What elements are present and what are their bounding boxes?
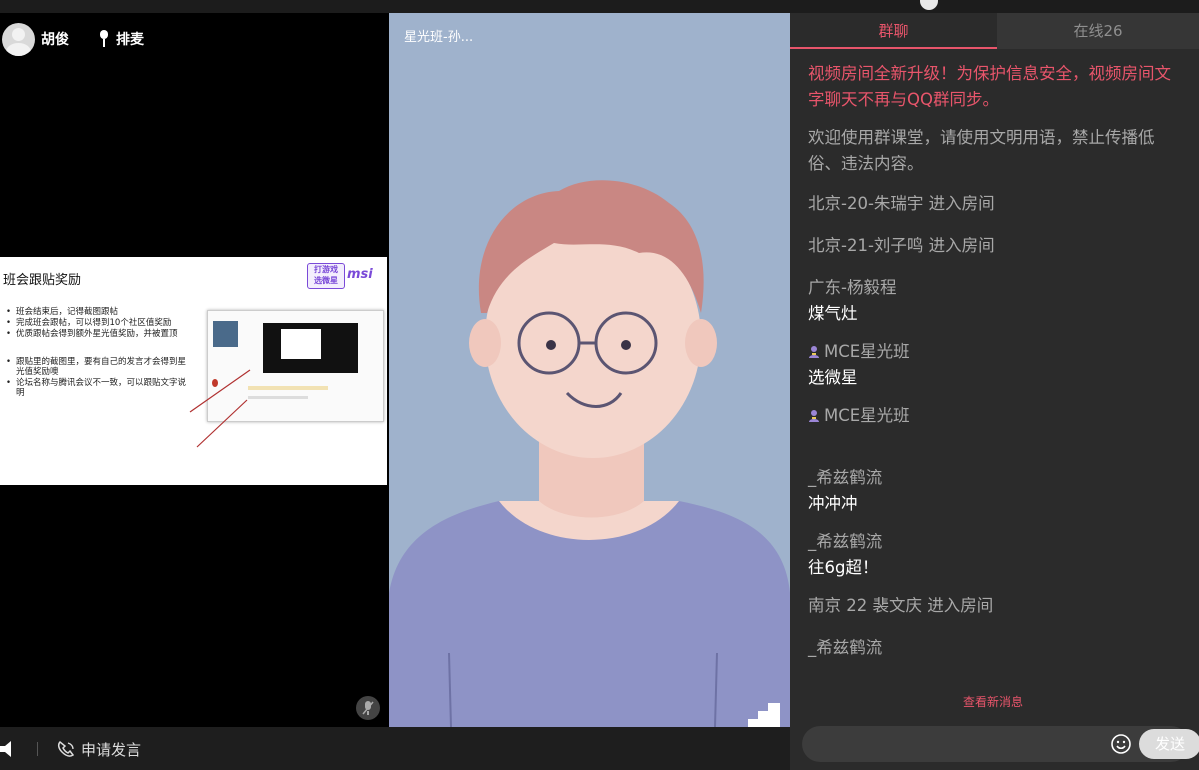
presenter-name: 胡俊 (41, 32, 69, 48)
presenter-video: 胡俊 排麦 班会跟贴奖励 打游戏 选微星 msi 班会结束后，记得截图跟帖 完成… (0, 13, 387, 727)
divider (37, 742, 38, 756)
join-message: 北京-21-刘子鸣 进入房间 (808, 236, 995, 255)
join-message: 北京-20-朱瑞宇 进入房间 (808, 194, 995, 213)
message-content: 往6g超！ (808, 558, 879, 577)
slide-bullet: 班会结束后，记得截图跟帖 (6, 307, 186, 317)
slide-bullet: 完成班会跟帖，可以得到10个社区值奖励 (6, 318, 186, 328)
default-avatar-illustration (389, 180, 790, 727)
phone-icon (57, 740, 75, 757)
shared-slide: 班会跟贴奖励 打游戏 选微星 msi 班会结束后，记得截图跟帖 完成班会跟帖，可… (0, 257, 387, 485)
emoji-icon[interactable] (1110, 733, 1132, 755)
tab-online[interactable]: 在线26 (997, 13, 1199, 49)
send-button[interactable]: 发送 (1139, 729, 1199, 759)
image-message-placeholder (808, 429, 1183, 457)
queue-label: 排麦 (116, 32, 144, 48)
teacher-badge-icon (809, 346, 819, 358)
control-bar: 申请发言 (0, 727, 790, 770)
message-sender: _希兹鹤流 (808, 638, 883, 657)
participant-name: 星光班-孙... (404, 30, 474, 45)
join-message: 南京 22 裴文庆 进入房间 (808, 596, 994, 615)
slide-logo: 打游戏 选微星 (307, 263, 345, 289)
window-control-icon[interactable] (920, 0, 938, 10)
message-sender: _希兹鹤流 (808, 468, 883, 487)
chat-panel: 群聊 在线26 视频房间全新升级！为保护信息安全，视频房间文字聊天不再与QQ群同… (790, 13, 1199, 770)
message-sender: MCE星光班 (808, 339, 1183, 365)
chat-tabs: 群聊 在线26 (790, 13, 1199, 49)
signal-icon (748, 703, 780, 727)
presenter-info: 胡俊 排麦 (0, 22, 144, 56)
sender-name: MCE星光班 (824, 406, 910, 425)
speaker-icon[interactable] (0, 740, 18, 758)
participant-video: 星光班-孙... (389, 13, 790, 727)
message-sender: 广东-杨毅程 (808, 278, 897, 297)
message-content: 选微星 (808, 368, 858, 387)
slide-title: 班会跟贴奖励 (3, 273, 82, 288)
top-bar (0, 0, 1199, 13)
message-content: 冲冲冲 (808, 494, 858, 513)
message-sender: MCE星光班 (808, 403, 1183, 429)
message-sender: _希兹鹤流 (808, 532, 883, 551)
system-notice: 视频房间全新升级！为保护信息安全，视频房间文字聊天不再与QQ群同步。 (808, 64, 1171, 109)
message-content: 煤气灶 (808, 304, 858, 323)
welcome-message: 欢迎使用群课堂，请使用文明用语，禁止传播低俗、违法内容。 (808, 128, 1155, 173)
slide-bullet: 优质跟帖会得到额外星光值奖励，并被置顶 (6, 329, 186, 339)
slide-brand: msi (347, 267, 373, 282)
sender-name: MCE星光班 (824, 342, 910, 361)
mic-off-icon (362, 701, 374, 715)
arrow-icon (189, 369, 251, 448)
slide-bullet: 跟贴里的截图里，要有自己的发言才会得到星光值奖励噢 (6, 357, 186, 377)
avatar[interactable] (2, 22, 35, 56)
message-list: 视频房间全新升级！为保护信息安全，视频房间文字聊天不再与QQ群同步。 欢迎使用群… (808, 61, 1183, 661)
mic-muted-button[interactable] (356, 696, 380, 720)
view-new-messages-link[interactable]: 查看新消息 (963, 693, 1023, 710)
apply-speak-button[interactable]: 申请发言 (57, 739, 141, 760)
queue-button[interactable]: 排麦 (97, 29, 144, 49)
tab-group-chat[interactable]: 群聊 (790, 13, 997, 49)
chat-input[interactable]: 发送 (802, 726, 1199, 762)
apply-speak-label: 申请发言 (81, 741, 142, 759)
microphone-icon (100, 30, 108, 47)
slide-bullet: 论坛名称与腾讯会议不一致，可以跟贴文字说明 (6, 378, 186, 398)
teacher-badge-icon (809, 410, 819, 422)
slide-bullets: 班会结束后，记得截图跟帖 完成班会跟帖，可以得到10个社区值奖励 优质跟帖会得到… (6, 307, 186, 399)
